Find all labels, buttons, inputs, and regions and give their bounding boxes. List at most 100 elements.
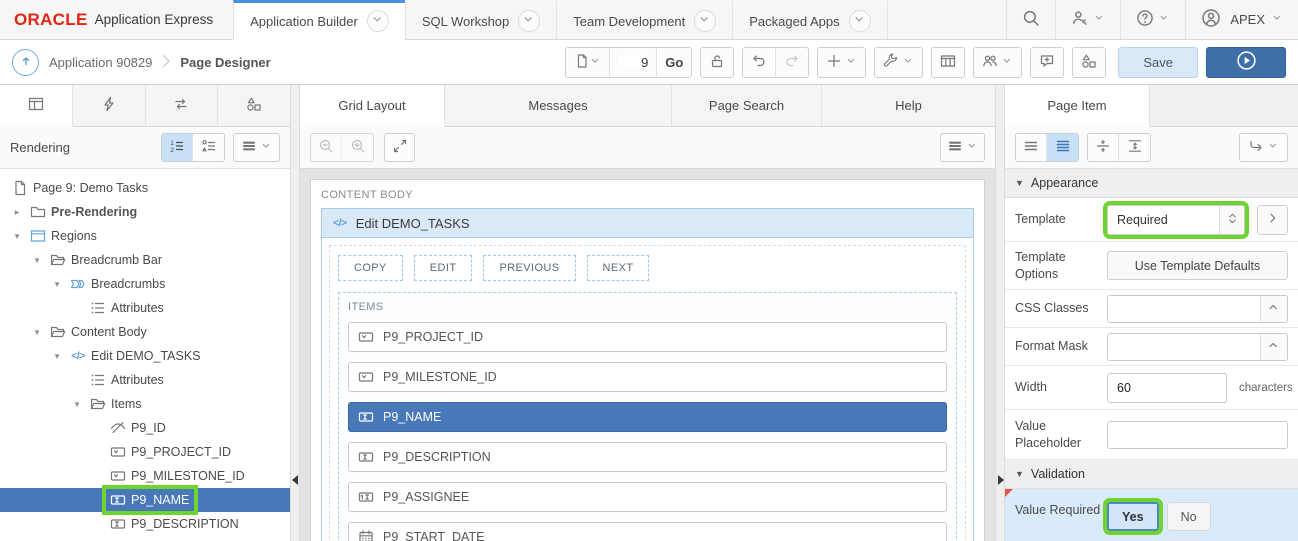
disclosure-open-icon[interactable]: ▾ [8, 231, 26, 242]
page-layout-button[interactable] [931, 46, 966, 78]
breadcrumb-application[interactable]: Application 90829 [49, 55, 152, 70]
template-select[interactable]: Required [1103, 200, 1249, 239]
tree-item[interactable]: P9_DESCRIPTION [0, 512, 290, 536]
shapes-button[interactable] [1072, 46, 1107, 78]
redo-button[interactable] [776, 47, 809, 77]
tree-item[interactable]: ▾ Breadcrumb Bar [0, 248, 290, 272]
tab-application-builder[interactable]: Application Builder [233, 0, 405, 40]
save-button[interactable]: Save [1118, 46, 1198, 78]
disclosure-open-icon[interactable]: ▾ [48, 279, 66, 290]
region-button-previous[interactable]: PREVIOUS [483, 255, 576, 281]
go-to-group-button[interactable] [1239, 133, 1288, 162]
tab-menu-button[interactable] [366, 10, 389, 32]
lock-button[interactable] [700, 46, 735, 78]
run-page-button[interactable] [1206, 46, 1286, 78]
region-button-copy[interactable]: COPY [338, 255, 403, 281]
view-compact-button[interactable] [1016, 134, 1047, 161]
region-button-next[interactable]: NEXT [586, 255, 650, 281]
region-button-edit[interactable]: EDIT [413, 255, 473, 281]
value-required-yes-button[interactable]: Yes [1103, 498, 1163, 535]
undo-button[interactable] [743, 47, 777, 77]
sort-type-button[interactable] [193, 134, 224, 161]
tree-item[interactable]: ▾ Content Body [0, 320, 290, 344]
format-mask-input[interactable] [1108, 333, 1260, 360]
tree-item[interactable]: P9_NAME [0, 485, 290, 515]
tree-item[interactable]: ▾ </> Edit DEMO_TASKS [0, 344, 290, 368]
feedback-button[interactable] [1030, 46, 1065, 78]
section-appearance[interactable]: ▼ Appearance [1005, 169, 1298, 198]
tab-page-search[interactable]: Page Search [672, 85, 822, 126]
disclosure-open-icon[interactable]: ▾ [28, 327, 46, 338]
grid-item[interactable]: P9_MILESTONE_ID [348, 362, 947, 392]
shared-components-button[interactable] [973, 46, 1023, 78]
tree-item[interactable]: ▸ Pre-Rendering [0, 200, 290, 224]
page-number-input[interactable] [618, 54, 649, 70]
tab-page-shared-components[interactable] [218, 85, 290, 126]
create-button[interactable] [817, 46, 867, 78]
tab-grid-layout[interactable]: Grid Layout [300, 85, 445, 127]
tree-item[interactable]: ▾ Breadcrumbs [0, 272, 290, 296]
value-required-no-button[interactable]: No [1166, 502, 1211, 531]
tab-menu-button[interactable] [694, 10, 717, 32]
tab-processing[interactable] [146, 85, 219, 126]
expand-button[interactable] [384, 133, 415, 162]
tree-item[interactable]: P9_PROJECT_ID [0, 440, 290, 464]
grid-item[interactable]: P9_PROJECT_ID [348, 322, 947, 352]
tab-menu-button[interactable] [848, 10, 871, 32]
sort-order-button[interactable]: 12 [162, 134, 193, 161]
collapse-right-icon[interactable] [998, 475, 1004, 485]
tab-messages[interactable]: Messages [445, 85, 672, 126]
tab-team-development[interactable]: Team Development [556, 0, 732, 39]
search-button[interactable] [1006, 0, 1055, 39]
template-quick-pick-button[interactable] [1257, 204, 1288, 235]
section-validation[interactable]: ▼ Validation [1005, 460, 1298, 489]
tree-item[interactable]: Attributes [0, 296, 290, 320]
left-splitter[interactable] [290, 85, 300, 541]
tree-item[interactable]: Attributes [0, 368, 290, 392]
tab-packaged-apps[interactable]: Packaged Apps [732, 0, 888, 39]
tab-dynamic-actions[interactable] [73, 85, 146, 126]
grid-item[interactable]: P9_DESCRIPTION [348, 442, 947, 472]
display-menu-button[interactable] [940, 133, 985, 162]
administration-button[interactable] [1055, 0, 1120, 39]
value-placeholder-input[interactable] [1107, 420, 1288, 449]
width-input[interactable] [1107, 372, 1227, 403]
disclosure-open-icon[interactable]: ▾ [28, 255, 46, 266]
help-menu-button[interactable] [1120, 0, 1185, 39]
grid-item[interactable]: P9_ASSIGNEE [348, 482, 947, 512]
region-edit-demo-tasks[interactable]: </> Edit DEMO_TASKS [321, 208, 974, 238]
spinner-icon[interactable] [1219, 205, 1244, 234]
disclosure-closed-icon[interactable]: ▸ [8, 207, 26, 218]
tree-item[interactable]: P9_ID [0, 416, 290, 440]
expand-all-button[interactable] [1119, 134, 1150, 161]
tree-item[interactable]: ▾ Items [0, 392, 290, 416]
tab-menu-button[interactable] [518, 10, 541, 32]
grid-item[interactable]: P9_NAME [348, 402, 947, 432]
tab-page-item[interactable]: Page Item [1005, 85, 1150, 127]
template-defaults-button[interactable]: Use Template Defaults [1107, 251, 1288, 280]
go-up-button[interactable] [12, 48, 39, 76]
tab-rendering[interactable] [0, 85, 73, 127]
format-mask-picker-button[interactable] [1260, 333, 1287, 360]
zoom-in-button[interactable] [342, 134, 373, 161]
zoom-out-button[interactable] [311, 134, 342, 161]
go-button[interactable]: Go [657, 47, 692, 77]
tab-help[interactable]: Help [822, 85, 995, 126]
disclosure-open-icon[interactable]: ▾ [68, 399, 86, 410]
css-classes-picker-button[interactable] [1260, 295, 1287, 322]
user-menu-button[interactable]: APEX [1185, 0, 1298, 39]
utilities-button[interactable] [874, 46, 924, 78]
tree-item[interactable]: Page 9: Demo Tasks [0, 176, 290, 200]
tab-sql-workshop[interactable]: SQL Workshop [404, 0, 556, 39]
view-full-button[interactable] [1047, 134, 1078, 161]
page-selector-button[interactable] [566, 47, 611, 77]
right-splitter[interactable] [995, 85, 1005, 541]
tree-menu-button[interactable] [233, 133, 280, 162]
grid-item[interactable]: P9_START_DATE [348, 522, 947, 541]
tree-item[interactable]: ▾ Regions [0, 224, 290, 248]
tree-item[interactable]: P9_MILESTONE_ID [0, 464, 290, 488]
collapse-left-icon[interactable] [292, 475, 298, 485]
disclosure-open-icon[interactable]: ▾ [48, 351, 66, 362]
css-classes-input[interactable] [1108, 295, 1260, 322]
collapse-all-button[interactable] [1088, 134, 1119, 161]
